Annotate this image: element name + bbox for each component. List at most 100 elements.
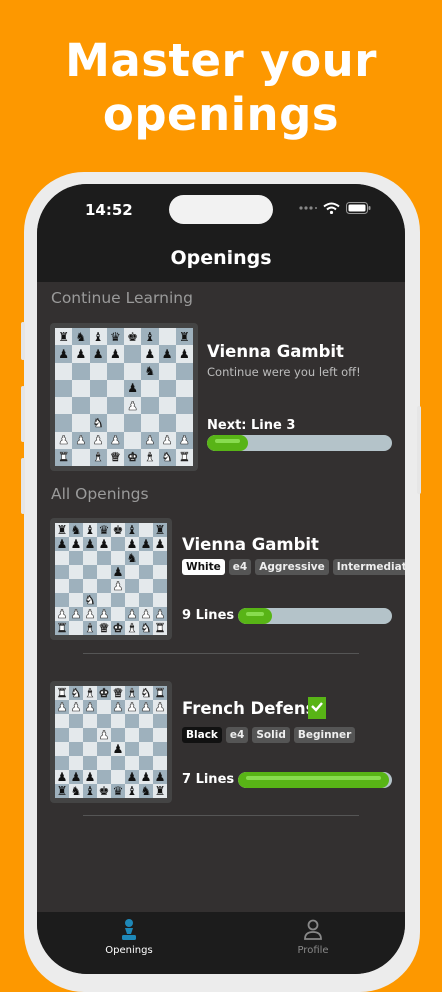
- board-square: ♟: [72, 431, 90, 449]
- board-square: [139, 714, 153, 728]
- divider: [83, 653, 359, 654]
- chess-piece-icon: ♟: [144, 346, 156, 361]
- board-square: ♟: [83, 700, 97, 714]
- chess-piece-icon: ♝: [126, 784, 138, 798]
- board-square: [97, 770, 111, 784]
- divider: [83, 815, 359, 816]
- board-square: [55, 379, 73, 397]
- tab-openings[interactable]: Openings: [69, 918, 189, 956]
- tag-color: Black: [182, 727, 222, 743]
- board-square: [55, 414, 73, 432]
- board-square: ♟: [97, 607, 111, 621]
- board-square: ♚: [97, 784, 111, 798]
- chess-piece-icon: ♜: [56, 523, 68, 537]
- chess-piece-icon: ♟: [58, 433, 69, 448]
- board-square: [69, 565, 83, 579]
- board-square: ♞: [72, 328, 90, 346]
- chess-piece-icon: ♜: [154, 686, 166, 700]
- board-square: ♟: [111, 579, 125, 593]
- board-square: ♝: [125, 621, 139, 635]
- board-square: [139, 523, 153, 537]
- chess-piece-icon: ♟: [84, 607, 96, 621]
- chess-piece-icon: ♛: [98, 621, 110, 635]
- board-square: ♝: [125, 784, 139, 798]
- chess-piece-icon: ♟: [84, 770, 96, 784]
- chess-piece-icon: ♟: [92, 346, 104, 361]
- progress-fill: [207, 435, 248, 451]
- board-square: [55, 756, 69, 770]
- chess-piece-icon: ♟: [109, 346, 121, 361]
- board-square: [72, 379, 90, 397]
- chess-piece-icon: ♜: [178, 450, 190, 465]
- tag-style: Aggressive: [255, 559, 329, 575]
- board-square: [55, 593, 69, 607]
- chess-piece-icon: ♝: [84, 621, 96, 635]
- board-square: [124, 414, 142, 432]
- board-square: [97, 579, 111, 593]
- chess-piece-icon: ♝: [84, 523, 96, 537]
- chess-piece-icon: ♚: [127, 450, 138, 465]
- board-square: [139, 728, 153, 742]
- board-square: [139, 551, 153, 565]
- chess-piece-icon: ♝: [84, 686, 96, 700]
- chess-piece-icon: ♟: [84, 700, 96, 714]
- board-square: ♟: [55, 607, 69, 621]
- board-square: [139, 565, 153, 579]
- board-square: [106, 397, 124, 415]
- chess-piece-icon: ♜: [58, 329, 69, 344]
- chess-piece-icon: ♚: [98, 686, 110, 700]
- board-square: ♞: [69, 686, 83, 700]
- board-square: ♟: [55, 537, 69, 551]
- page-title: Openings: [170, 247, 272, 269]
- board-square: ♟: [97, 537, 111, 551]
- board-square: [83, 728, 97, 742]
- chess-piece-icon: ♟: [98, 728, 110, 742]
- board-square: [124, 345, 142, 363]
- board-square: [97, 700, 111, 714]
- board-square: [55, 565, 69, 579]
- chess-piece-icon: ♛: [98, 523, 110, 537]
- chess-piece-icon: ♟: [126, 700, 138, 714]
- continue-progress-bar: [207, 435, 392, 451]
- board-square: ♚: [97, 686, 111, 700]
- chess-piece-icon: ♛: [109, 329, 121, 344]
- board-square: [83, 579, 97, 593]
- board-square: [69, 593, 83, 607]
- chess-piece-icon: ♜: [178, 329, 190, 344]
- tag-move: e4: [225, 727, 249, 743]
- board-square: [83, 756, 97, 770]
- board-square: [141, 414, 159, 432]
- chess-piece-icon: ♝: [126, 686, 138, 700]
- board-square: ♟: [153, 607, 167, 621]
- board-square: ♜: [55, 328, 73, 346]
- phone-side-button: [21, 322, 25, 360]
- board-square: ♟: [89, 345, 107, 363]
- chess-piece-icon: ♟: [98, 607, 110, 621]
- chess-piece-icon: ♞: [144, 364, 156, 379]
- board-square: [141, 379, 159, 397]
- board-square: ♛: [106, 448, 124, 466]
- board-square: ♟: [69, 607, 83, 621]
- board-square: [125, 742, 139, 756]
- board-square: [55, 728, 69, 742]
- status-bar: 14:52: [37, 184, 405, 238]
- board-square: ♛: [97, 523, 111, 537]
- chess-piece-icon: ♟: [140, 607, 152, 621]
- board-square: [69, 756, 83, 770]
- board-square: ♜: [55, 523, 69, 537]
- board-square: [139, 756, 153, 770]
- board-square: ♞: [83, 593, 97, 607]
- board-square: [111, 551, 125, 565]
- phone-side-button: [417, 406, 421, 494]
- board-square: ♝: [83, 784, 97, 798]
- section-all-openings: All Openings: [51, 485, 149, 503]
- board-square: ♟: [72, 345, 90, 363]
- board-square: [139, 742, 153, 756]
- board-square: ♟: [83, 607, 97, 621]
- tab-profile[interactable]: Profile: [253, 918, 373, 956]
- chess-piece-icon: ♟: [178, 433, 190, 448]
- chess-piece-icon: ♝: [126, 523, 138, 537]
- board-square: ♟: [55, 770, 69, 784]
- chess-piece-icon: ♜: [58, 450, 69, 465]
- chess-piece-icon: ♟: [112, 742, 124, 756]
